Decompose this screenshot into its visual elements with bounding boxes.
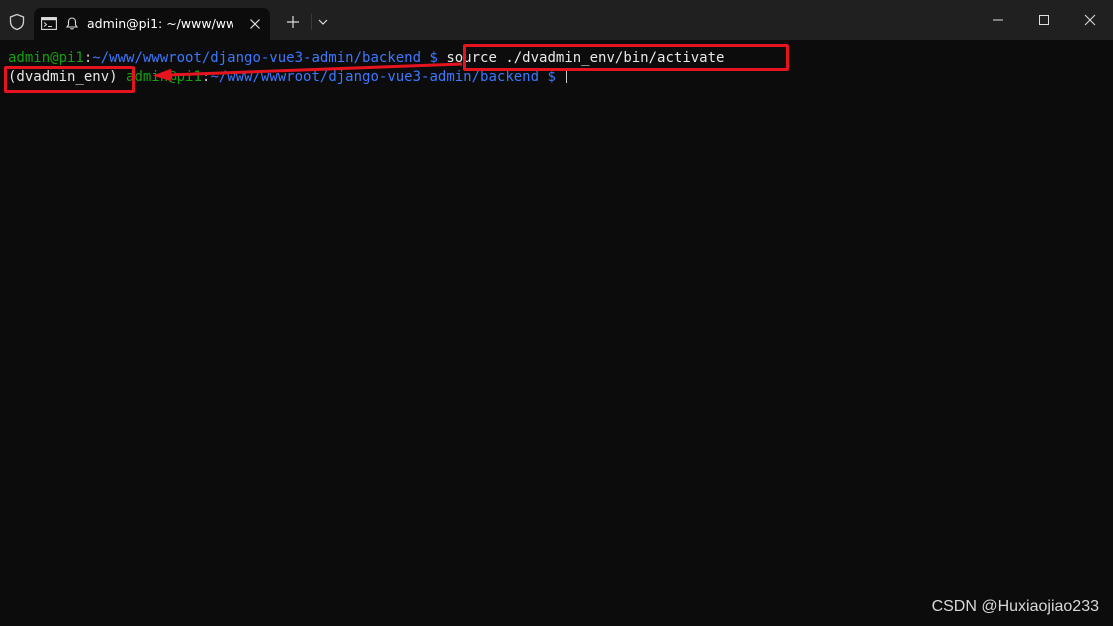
command-highlight-box xyxy=(463,44,789,71)
close-icon[interactable] xyxy=(249,18,261,30)
bell-icon xyxy=(66,17,78,30)
close-button[interactable] xyxy=(1067,0,1113,40)
shield-icon xyxy=(9,13,25,31)
terminal-icon xyxy=(41,17,57,30)
chevron-down-icon[interactable] xyxy=(316,16,330,28)
text-cursor xyxy=(566,69,568,83)
title-bar: admin@pi1: ~/www/wwwr xyxy=(0,0,1113,40)
tab-separator xyxy=(311,14,312,30)
minimize-button[interactable] xyxy=(975,0,1021,40)
close-icon xyxy=(1084,14,1096,26)
maximize-icon xyxy=(1039,15,1049,25)
plus-icon[interactable] xyxy=(283,13,303,31)
tab-title: admin@pi1: ~/www/wwwr xyxy=(87,16,233,31)
prompt-symbol: $ xyxy=(539,69,556,85)
watermark: CSDN @Huxiaojiao233 xyxy=(931,598,1099,615)
tab-active[interactable]: admin@pi1: ~/www/wwwr xyxy=(34,8,270,40)
maximize-button[interactable] xyxy=(1021,0,1067,40)
annotation-arrow xyxy=(153,62,463,82)
terminal-area[interactable]: admin@pi1:~/www/wwwroot/django-vue3-admi… xyxy=(0,40,1113,626)
minimize-icon xyxy=(993,19,1003,21)
